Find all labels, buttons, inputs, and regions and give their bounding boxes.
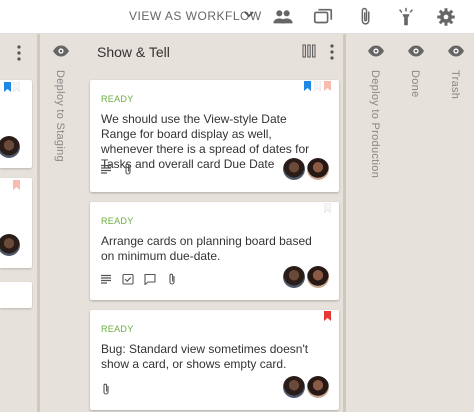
column-deploy-staging[interactable]: Deploy to Staging [42,34,80,412]
avatar [307,266,329,288]
checklist-icon [122,272,134,285]
eye-icon[interactable] [407,44,425,58]
eye-icon[interactable] [367,44,385,58]
bookmark-icon [13,180,20,190]
card-title: Arrange cards on planning board based on… [101,234,312,263]
attachment-icon [122,162,134,175]
people-icon[interactable] [272,6,294,28]
column-menu-icon[interactable] [17,45,21,61]
column-label: Deploy to Staging [54,70,66,162]
description-icon [100,272,112,284]
description-icon [100,162,112,174]
avatar [307,376,329,398]
card-partial[interactable] [0,282,32,308]
avatar [283,158,305,180]
status-label: READY [101,94,134,104]
column-show-and-tell: Show & Tell READY We should use the View… [84,34,346,412]
card-partial[interactable] [0,178,32,268]
avatar [283,376,305,398]
column-done[interactable]: Done [398,34,434,412]
bookmark-icon [13,82,20,92]
scrollbar[interactable] [343,34,346,412]
column-label: Done [409,70,421,98]
column-trash[interactable]: Trash [438,34,474,412]
avatar [283,266,305,288]
scrollbar[interactable] [37,34,40,412]
card-avatars [283,266,329,288]
bookmark-icon [324,203,331,213]
card-icons [100,162,134,175]
card[interactable]: READY Arrange cards on planning board ba… [90,202,339,300]
card-avatars [283,376,329,398]
bookmark-icon [324,311,331,321]
attachment-icon [100,382,112,395]
avatar [0,136,20,158]
card-title: Bug: Standard view sometimes doesn't sho… [101,342,309,371]
card-partial[interactable] [0,80,32,168]
card-icons [100,272,178,286]
column-header: Show & Tell [84,34,346,68]
avatar [307,158,329,180]
card-icons [100,382,112,395]
bookmark-icon [314,81,321,91]
eye-icon[interactable] [52,44,70,58]
status-label: READY [101,324,134,334]
bookmark-icon [4,82,11,92]
bookmark-icon [304,81,311,91]
top-toolbar: VIEW AS WORKFLOW [0,0,474,34]
bookmark-icon [324,81,331,91]
eye-icon[interactable] [447,44,465,58]
chevron-down-icon[interactable] [242,7,256,21]
column-menu-icon[interactable] [330,44,334,60]
cards-icon[interactable] [312,6,334,28]
comment-icon [144,272,156,286]
column-label: Trash [449,70,461,100]
card[interactable]: READY We should use the View-style Date … [90,80,339,192]
column-view-icon[interactable] [302,44,316,58]
avatar [0,234,20,256]
column-deploy-production[interactable]: Deploy to Production [358,34,394,412]
card[interactable]: READY Bug: Standard view sometimes doesn… [90,310,339,410]
attachment-icon[interactable] [355,6,377,28]
status-label: READY [101,216,134,226]
settings-icon[interactable] [435,6,457,28]
attachment-icon [166,272,178,285]
spotlight-icon[interactable] [395,6,417,28]
card-avatars [283,158,329,180]
column-label: Deploy to Production [369,70,381,179]
column-title: Show & Tell [97,44,170,60]
